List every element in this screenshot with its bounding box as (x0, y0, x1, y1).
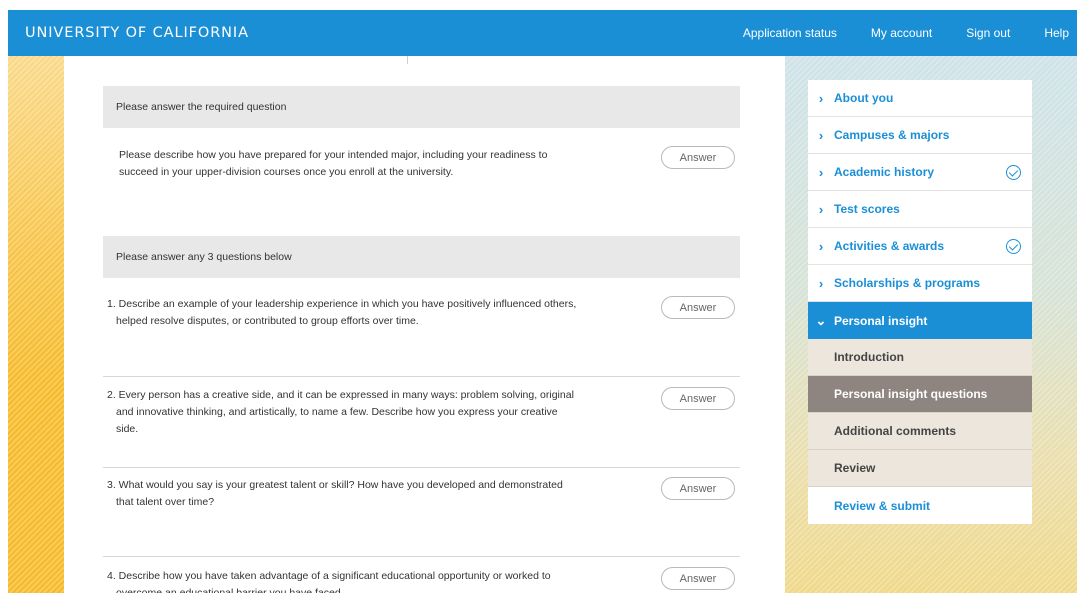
decorative-background-left (8, 56, 64, 593)
optional-section-header: Please answer any 3 questions below (103, 236, 740, 278)
window-edge (1077, 0, 1087, 593)
top-nav-bar: UNIVERSITY OF CALIFORNIA Application sta… (8, 10, 1077, 56)
nav-application-status[interactable]: Application status (743, 26, 837, 40)
chevron-right-icon: › (818, 201, 824, 217)
top-nav-links: Application status My account Sign out H… (743, 10, 1077, 56)
window-edge (0, 0, 1087, 10)
question-text: 1. Describe an example of your leadershi… (107, 298, 577, 310)
sidebar-subitem-introduction[interactable]: Introduction (808, 339, 1032, 376)
sidebar-subitem-personal-insight-questions[interactable]: Personal insight questions (808, 376, 1032, 413)
question-text: succeed in your upper-division courses o… (119, 166, 454, 178)
sidebar-item-campuses-majors[interactable]: › Campuses & majors (808, 117, 1032, 154)
sidebar-item-label: Campuses & majors (834, 128, 950, 142)
question-text: that talent over time? (116, 496, 215, 508)
chevron-right-icon: › (818, 90, 824, 106)
answer-button-q4[interactable]: Answer (661, 567, 735, 590)
question-1: 1. Describe an example of your leadershi… (107, 296, 576, 330)
checkmark-circle-icon (1006, 165, 1021, 180)
sidebar-subitem-additional-comments[interactable]: Additional comments (808, 413, 1032, 450)
chevron-down-icon: ⌄ (815, 312, 827, 328)
chevron-right-icon: › (818, 127, 824, 143)
sidebar-item-label: About you (834, 91, 894, 105)
app-window: UNIVERSITY OF CALIFORNIA Application sta… (0, 0, 1087, 593)
chevron-right-icon: › (818, 238, 824, 254)
nav-my-account[interactable]: My account (871, 26, 932, 40)
checkmark-circle-icon (1006, 239, 1021, 254)
divider (103, 376, 740, 377)
question-text: 2. Every person has a creative side, and… (107, 389, 574, 401)
sidebar-item-label: Activities & awards (834, 239, 945, 253)
question-text: overcome an educational barrier you have… (116, 587, 344, 593)
divider (103, 556, 740, 557)
sidebar-subitem-review[interactable]: Review (808, 450, 1032, 487)
answer-button-q2[interactable]: Answer (661, 387, 735, 410)
sidebar-item-label: Test scores (834, 202, 900, 216)
divider (407, 56, 408, 64)
divider (103, 467, 740, 468)
question-text: Please describe how you have prepared fo… (119, 149, 548, 161)
nav-help[interactable]: Help (1044, 26, 1069, 40)
sidebar-item-scholarships-programs[interactable]: › Scholarships & programs (808, 265, 1032, 302)
question-4: 4. Describe how you have taken advantage… (107, 568, 551, 593)
question-2: 2. Every person has a creative side, and… (107, 387, 574, 438)
chevron-right-icon: › (818, 164, 824, 180)
answer-button-q3[interactable]: Answer (661, 477, 735, 500)
sidebar-item-test-scores[interactable]: › Test scores (808, 191, 1032, 228)
sidebar-item-label: Scholarships & programs (834, 276, 981, 290)
sidebar-item-review-submit[interactable]: Review & submit (808, 487, 1032, 524)
question-text: helped resolve disputes, or contributed … (116, 315, 419, 327)
question-text: 4. Describe how you have taken advantage… (107, 570, 551, 582)
brand-title: UNIVERSITY OF CALIFORNIA (25, 25, 249, 41)
sidebar-item-label: Personal insight (834, 313, 928, 328)
window-edge (0, 0, 8, 593)
required-question: Please describe how you have prepared fo… (119, 147, 547, 181)
sidebar-item-about-you[interactable]: › About you (808, 80, 1032, 117)
questions-panel: Please answer the required question Plea… (64, 56, 785, 593)
nav-sign-out[interactable]: Sign out (966, 26, 1010, 40)
chevron-right-icon: › (818, 275, 824, 291)
question-3: 3. What would you say is your greatest t… (107, 477, 563, 511)
sidebar-item-label: Academic history (834, 165, 935, 179)
question-text: 3. What would you say is your greatest t… (107, 479, 563, 491)
sidebar-item-personal-insight[interactable]: ⌄ Personal insight (808, 302, 1032, 339)
application-sidebar: › About you › Campuses & majors › Academ… (808, 80, 1032, 524)
sidebar-item-academic-history[interactable]: › Academic history (808, 154, 1032, 191)
question-text: side. (116, 423, 139, 435)
required-section-header: Please answer the required question (103, 86, 740, 128)
answer-button-q1[interactable]: Answer (661, 296, 735, 319)
sidebar-item-activities-awards[interactable]: › Activities & awards (808, 228, 1032, 265)
question-text: and innovative thinking, and artisticall… (116, 406, 558, 418)
answer-button-required[interactable]: Answer (661, 146, 735, 169)
